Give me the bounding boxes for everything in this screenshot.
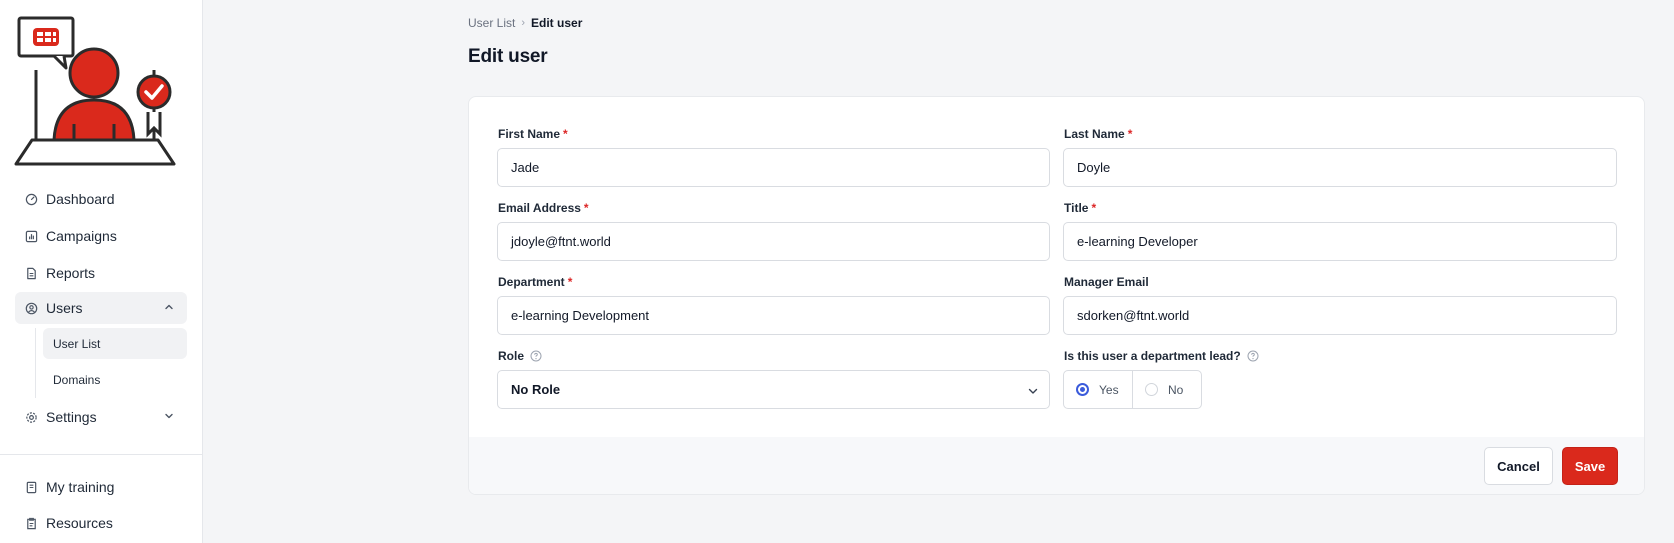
sidebar-item-label: Resources [46,515,113,531]
user-security-logo [14,16,176,166]
dept-lead-no-radio[interactable]: No [1132,371,1201,408]
email-field[interactable]: jdoyle@ftnt.world [497,222,1050,261]
sidebar-item-label: Reports [46,265,96,281]
sidebar-item-label: Users [46,300,83,316]
chevron-up-icon [165,304,173,310]
first-name-value: Jade [511,160,540,175]
dept-lead-yes-radio[interactable]: Yes [1064,371,1132,408]
title-input[interactable]: e-learning Developer [1063,222,1617,261]
breadcrumb-user-list-link[interactable]: User List [468,16,515,30]
form-footer [469,437,1644,494]
title-value: e-learning Developer [1077,234,1198,249]
radio-label-yes: Yes [1099,382,1119,397]
breadcrumb-current: Edit user [531,16,583,30]
department-label-text: Department [498,275,565,289]
required-marker: * [1091,201,1097,215]
last-name-label: Last Name * [1064,127,1132,141]
sidebar-item-campaigns[interactable]: Campaigns [15,220,187,252]
sidebar-item-my-training[interactable]: My training [15,471,187,503]
sidebar-item-label: Campaigns [46,228,117,244]
chevron-right-icon: › [521,17,526,29]
sidebar-item-reports[interactable]: Reports [15,257,187,289]
sidebar-item-resources[interactable]: Resources [15,507,187,539]
role-label-text: Role [498,349,525,363]
chart-icon [24,229,38,243]
chevron-down-icon [165,413,173,419]
manager-email-value: sdorken@ftnt.world [1077,308,1190,323]
required-marker: * [567,275,573,289]
department-input[interactable]: e-learning Development [497,296,1050,335]
first-name-label: First Name * [498,127,568,141]
user-circle-icon [24,301,38,315]
gauge-icon [24,192,38,206]
last-name-label-text: Last Name [1064,127,1125,141]
manager-email-label-text: Manager Email [1064,275,1149,289]
clipboard-icon [24,516,38,530]
sidebar-item-label: My training [46,479,115,495]
sidebar-subitem-user-list[interactable]: User List [43,328,187,359]
sidebar: Dashboard Campaigns Reports Users User L… [0,0,203,543]
sidebar-item-label: Dashboard [46,191,115,207]
title-label-text: Title [1064,201,1089,215]
radio-selected-icon [1076,383,1089,396]
first-name-label-text: First Name [498,127,561,141]
sidebar-divider [0,454,203,455]
cancel-button[interactable]: Cancel [1484,447,1553,485]
required-marker: * [1127,127,1133,141]
required-marker: * [583,201,589,215]
dept-lead-radio-group: Yes No [1063,370,1202,409]
document-icon [24,266,38,280]
title-label: Title * [1064,201,1096,215]
role-value: No Role [511,382,561,397]
edit-user-form: First Name * Jade Last Name * Doyle Email … [468,96,1645,495]
role-select[interactable]: No Role [497,370,1050,409]
department-value: e-learning Development [511,308,650,323]
breadcrumb: User List › Edit user [468,16,582,30]
sidebar-subitem-label: User List [53,336,101,351]
save-button[interactable]: Save [1562,447,1618,485]
email-value: jdoyle@ftnt.world [511,234,611,249]
email-label-text: Email Address [498,201,581,215]
sidebar-item-settings[interactable]: Settings [15,401,187,433]
last-name-input[interactable]: Doyle [1063,148,1617,187]
required-marker: * [563,127,568,141]
sidebar-subitem-label: Domains [53,372,101,387]
radio-label-no: No [1168,382,1184,397]
radio-unselected-icon [1145,383,1158,396]
gear-icon [24,410,38,424]
department-label: Department * [498,275,572,289]
page-title: Edit user [468,46,548,67]
manager-email-label: Manager Email [1064,275,1149,289]
dept-lead-label-text: Is this user a department lead? [1064,349,1241,363]
sidebar-item-dashboard[interactable]: Dashboard [15,183,187,215]
email-label: Email Address * [498,201,589,215]
first-name-input[interactable]: Jade [497,148,1050,187]
last-name-value: Doyle [1077,160,1111,175]
help-icon[interactable] [530,350,542,362]
manager-email-field[interactable]: sdorken@ftnt.world [1063,296,1617,335]
role-label: Role [498,349,542,363]
dept-lead-label: Is this user a department lead? [1064,349,1259,363]
sidebar-subitem-domains[interactable]: Domains [43,364,187,395]
sidebar-item-label: Settings [46,409,97,425]
sidebar-item-users[interactable]: Users [15,292,187,324]
help-icon[interactable] [1247,350,1259,362]
chevron-down-icon [1028,388,1038,394]
submenu-line [35,328,36,398]
book-icon [24,480,38,494]
